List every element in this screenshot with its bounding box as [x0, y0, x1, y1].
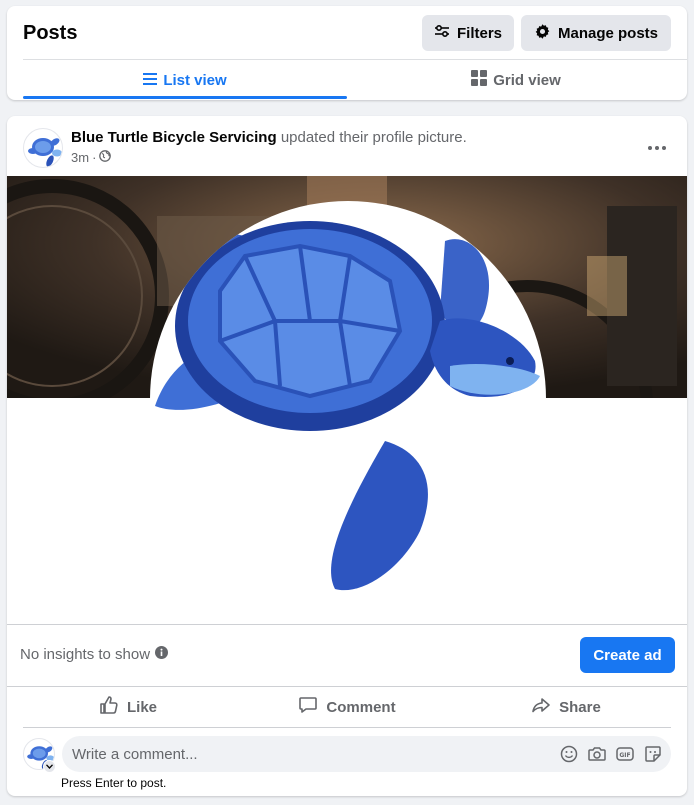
manage-posts-label: Manage posts	[557, 24, 659, 42]
post-time[interactable]: 3m	[71, 150, 89, 165]
post-card: Blue Turtle Bicycle Servicing updated th…	[7, 116, 687, 796]
tab-grid-view[interactable]: Grid view	[353, 60, 679, 100]
page-title: Posts	[23, 22, 78, 44]
meta-separator: ·	[92, 150, 97, 165]
post-headline: Blue Turtle Bicycle Servicing updated th…	[71, 129, 467, 146]
post-action-text: updated their profile picture.	[280, 129, 467, 146]
list-icon	[143, 72, 158, 89]
insights-text: No insights to show	[20, 646, 151, 663]
gif-icon[interactable]: GIF	[615, 744, 635, 764]
comment-input[interactable]	[72, 736, 542, 772]
comment-composer[interactable]: GIF	[62, 736, 671, 772]
more-icon	[648, 137, 666, 155]
tab-list-view[interactable]: List view	[23, 60, 347, 100]
globe-icon	[99, 150, 112, 165]
filters-icon	[434, 24, 450, 42]
post-options-button[interactable]	[643, 134, 671, 158]
sticker-icon[interactable]	[643, 744, 663, 764]
like-button[interactable]: Like	[23, 688, 233, 726]
comment-label: Comment	[326, 698, 396, 716]
post-meta: 3m ·	[71, 150, 112, 165]
filters-button[interactable]: Filters	[422, 15, 514, 51]
insights-divider	[7, 624, 687, 625]
tab-grid-view-label: Grid view	[493, 71, 561, 89]
svg-text:GIF: GIF	[619, 752, 630, 759]
share-icon	[531, 695, 551, 719]
thumbs-up-icon	[99, 695, 119, 719]
turtle-logo-icon	[28, 138, 62, 167]
comment-button[interactable]: Comment	[235, 688, 459, 726]
create-ad-button[interactable]: Create ad	[580, 637, 675, 673]
turtle-illustration-icon	[155, 221, 540, 591]
tab-list-view-label: List view	[163, 71, 227, 89]
filters-label: Filters	[456, 24, 502, 42]
grid-icon	[471, 70, 488, 90]
page-avatar[interactable]	[23, 128, 63, 168]
active-tab-indicator	[23, 96, 347, 99]
info-icon[interactable]	[155, 646, 169, 663]
camera-icon[interactable]	[587, 744, 607, 764]
chevron-down-icon[interactable]	[43, 760, 56, 773]
manage-posts-button[interactable]: Manage posts	[521, 15, 671, 51]
comment-icon	[298, 695, 318, 719]
comments-divider	[23, 727, 671, 728]
actions-divider	[7, 686, 687, 687]
emoji-icon[interactable]	[559, 744, 579, 764]
like-label: Like	[126, 698, 157, 716]
comment-hint: Press Enter to post.	[61, 776, 167, 790]
post-media[interactable]	[7, 176, 687, 624]
page-name-link[interactable]: Blue Turtle Bicycle Servicing	[71, 129, 277, 146]
gear-icon	[534, 23, 551, 44]
share-label: Share	[559, 698, 601, 716]
posts-header-card: Posts Filters Manage posts List view Gri…	[7, 6, 687, 100]
profile-picture-preview	[150, 201, 546, 597]
share-button[interactable]: Share	[461, 688, 671, 726]
post-insights: No insights to show	[20, 646, 169, 663]
